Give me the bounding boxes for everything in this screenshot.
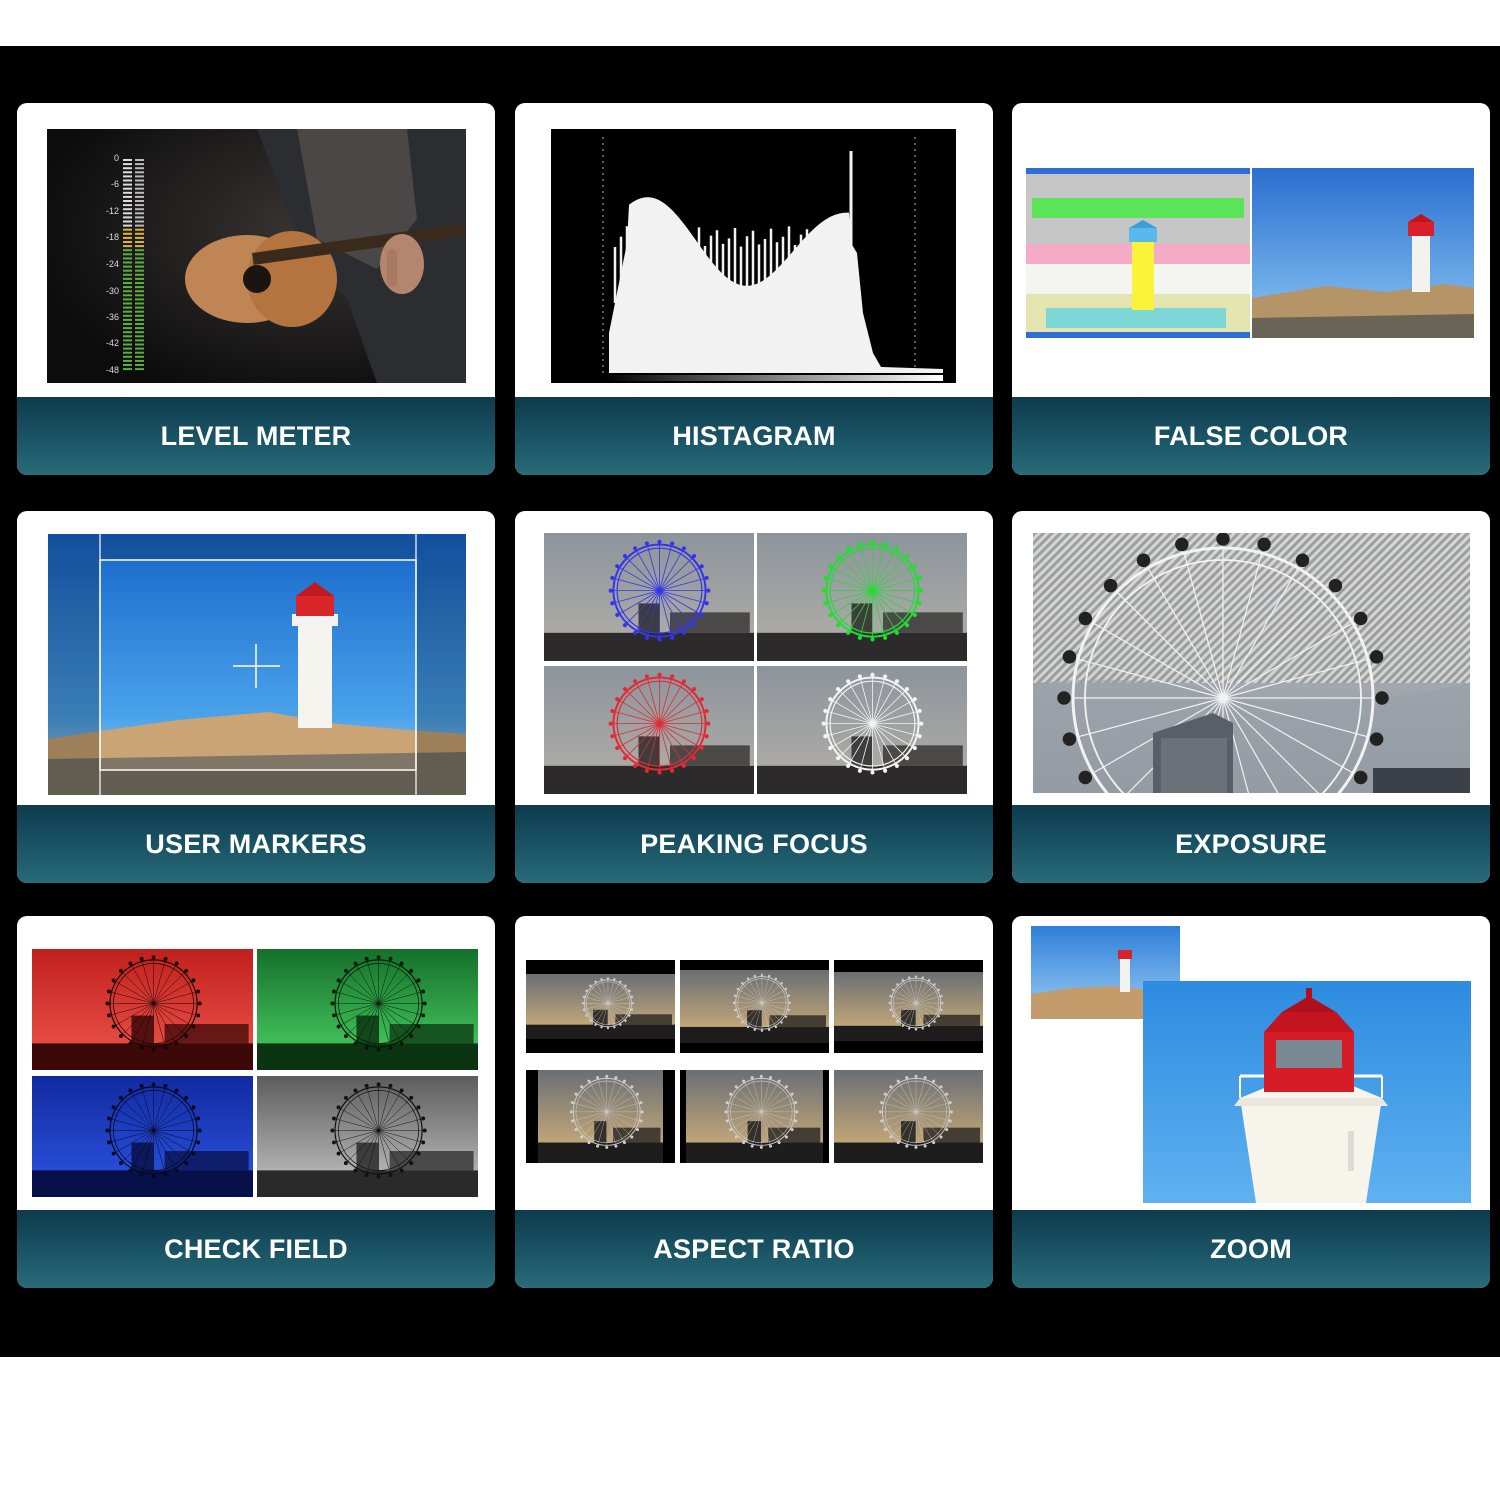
zebra-stripes (1033, 533, 1470, 683)
feature-title-exposure: EXPOSURE (1175, 828, 1327, 859)
feature-title-peaking-focus: PEAKING FOCUS (640, 828, 868, 859)
zoom-detail (1143, 981, 1471, 1203)
fretting-hand (380, 234, 424, 294)
meter-label-0: 0 (114, 153, 119, 163)
false-color-image (1026, 168, 1474, 338)
feature-card-exposure: EXPOSURE (1012, 511, 1490, 883)
feature-banner: CHECK FIELD (17, 1210, 495, 1288)
feature-panel: 0 -6 -12 -18 -24 -30 -36 -42 -48 LEVEL M… (0, 46, 1500, 1357)
meter-label-12: -12 (106, 206, 119, 216)
zoom-image (1012, 916, 1490, 1210)
feature-banner: ASPECT RATIO (515, 1210, 993, 1288)
aspect-ratio-image (526, 960, 984, 1166)
histogram-gradient-bar (603, 375, 943, 381)
meter-label-18: -18 (106, 232, 119, 242)
feature-banner: ZOOM (1012, 1210, 1490, 1288)
feature-card-peaking-focus: PEAKING FOCUS (515, 511, 993, 883)
level-meter-image: 0 -6 -12 -18 -24 -30 -36 -42 -48 (47, 129, 466, 383)
feature-title-zoom: ZOOM (1210, 1233, 1292, 1264)
feature-banner: EXPOSURE (1012, 805, 1490, 883)
feature-card-histogram: HISTAGRAM (515, 103, 993, 475)
feature-card-false-color: FALSE COLOR (1012, 103, 1490, 475)
meter-label-6: -6 (111, 179, 119, 189)
feature-banner: FALSE COLOR (1012, 397, 1490, 475)
feature-banner: PEAKING FOCUS (515, 805, 993, 883)
user-markers-image (48, 534, 466, 795)
meter-label-36: -36 (106, 312, 119, 322)
meter-label-48: -48 (106, 365, 119, 375)
feature-banner: HISTAGRAM (515, 397, 993, 475)
feature-title-check-field: CHECK FIELD (164, 1233, 348, 1264)
feature-title-aspect-ratio: ASPECT RATIO (653, 1233, 855, 1264)
feature-title-user-markers: USER MARKERS (145, 828, 367, 859)
feature-banner: LEVEL METER (17, 397, 495, 475)
feature-card-level-meter: 0 -6 -12 -18 -24 -30 -36 -42 -48 LEVEL M… (17, 103, 495, 475)
check-field-image (32, 949, 478, 1197)
feature-title-level-meter: LEVEL METER (160, 420, 352, 451)
meter-label-30: -30 (106, 286, 119, 296)
meter-label-42: -42 (106, 338, 119, 348)
meter-label-24: -24 (106, 259, 119, 269)
feature-banner: USER MARKERS (17, 805, 495, 883)
feature-card-check-field: CHECK FIELD (17, 916, 495, 1288)
feature-card-aspect-ratio: ASPECT RATIO (515, 916, 993, 1288)
feature-title-histogram: HISTAGRAM (672, 420, 836, 451)
feature-card-zoom: ZOOM (1012, 916, 1490, 1288)
feature-card-user-markers: USER MARKERS (17, 511, 495, 883)
feature-title-false-color: FALSE COLOR (1153, 420, 1349, 451)
histogram-image (551, 129, 956, 383)
peaking-focus-image (544, 533, 967, 794)
exposure-image (1033, 533, 1470, 793)
